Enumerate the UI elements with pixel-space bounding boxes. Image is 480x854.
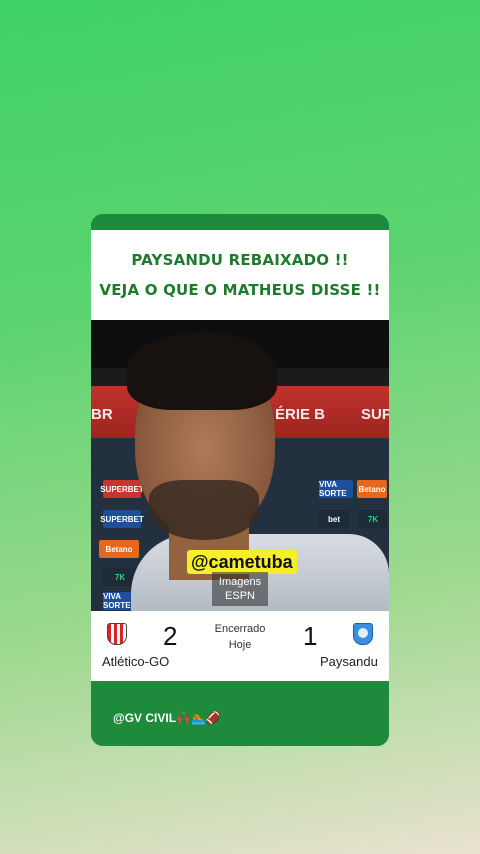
banner-text-left: BR bbox=[91, 406, 113, 423]
sponsor-logo: Betano bbox=[99, 540, 139, 558]
source-tag: Imagens ESPN bbox=[212, 572, 268, 606]
scoreboard[interactable]: Atlético-GO 2 Encerrado Hoje 1 Paysandu bbox=[91, 611, 389, 681]
banner-text-right: SUP bbox=[361, 406, 389, 423]
match-date: Hoje bbox=[228, 639, 252, 651]
sponsor-logo: Betano bbox=[357, 480, 387, 498]
source-line-1: Imagens bbox=[218, 576, 262, 588]
sponsor-logo: bet bbox=[319, 510, 349, 528]
handle-tag: @cametuba bbox=[187, 550, 297, 574]
post-card[interactable]: PAYSANDU REBAIXADO !! VEJA O QUE O MATHE… bbox=[91, 214, 389, 746]
card-top-bar bbox=[91, 214, 389, 230]
headline-line-2: VEJA O QUE O MATHEUS DISSE !! bbox=[99, 281, 381, 299]
player-beard bbox=[149, 480, 259, 540]
banner-text-mid: ÉRIE B bbox=[275, 406, 326, 423]
headline-line-1: PAYSANDU REBAIXADO !! bbox=[131, 251, 349, 269]
card-footer: @GV CIVIL🙌🏾🏊🏾🏈 bbox=[91, 681, 389, 746]
sponsor-logo: SUPERBET bbox=[100, 510, 144, 528]
headline-box: PAYSANDU REBAIXADO !! VEJA O QUE O MATHE… bbox=[91, 230, 389, 320]
sponsor-logo: VIVA SORTE bbox=[319, 480, 353, 498]
video-frame[interactable]: BR ÉRIE B SUP SUPERBET Betano VIVA SORTE… bbox=[91, 320, 389, 611]
source-line-2: ESPN bbox=[225, 590, 255, 602]
away-score: 1 bbox=[303, 621, 318, 651]
sponsor-logo: 7K bbox=[359, 510, 387, 528]
match-status: Encerrado bbox=[214, 623, 266, 635]
away-team-name: Paysandu bbox=[320, 654, 378, 669]
sponsor-logo: SUPERBET bbox=[100, 480, 144, 498]
paysandu-crest-icon bbox=[353, 623, 373, 645]
player-hair bbox=[127, 332, 277, 410]
footer-credit: @GV CIVIL🙌🏾🏊🏾🏈 bbox=[113, 711, 221, 725]
home-team-name: Atlético-GO bbox=[102, 654, 170, 669]
